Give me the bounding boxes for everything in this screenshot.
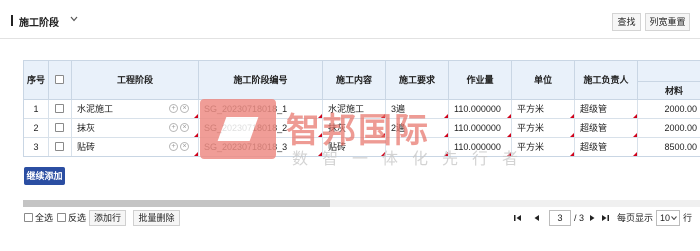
dropdown-arrow-icon [671,216,677,220]
horizontal-scrollbar[interactable] [23,200,700,207]
row-1-material[interactable]: 2000.00 [638,100,700,119]
row-1-code[interactable]: SG_20230718018_1 [199,100,323,119]
reset-column-width-button[interactable]: 列宽重置 [645,13,690,31]
batch-delete-button[interactable]: 批量删除 [133,210,180,226]
row-3-stage[interactable]: 贴砖 + × [72,138,199,156]
add-circle-icon[interactable]: + [169,104,178,113]
row-1-unit[interactable]: 平方米 [512,100,575,119]
row-1-checkbox[interactable] [55,104,64,113]
column-header-material: 材料 [638,81,700,100]
search-button[interactable]: 查找 [612,13,641,31]
row-1-select [49,100,72,119]
invert-selection-checkbox[interactable] [57,213,66,222]
row-3-material[interactable]: 8500.00 [638,138,700,156]
row-1-requirement[interactable]: 3遍 [386,100,449,119]
row-2-code[interactable]: SG_20230718018_2 [199,119,323,138]
row-3-stage-text: 贴砖 [77,142,96,152]
row-2-quantity[interactable]: 110.000000 [449,119,512,138]
page-total: / 3 [574,213,585,223]
column-header-seq: 序号 [24,61,49,100]
add-circle-icon[interactable]: + [169,123,178,132]
row-3-content[interactable]: 贴砖 [323,138,386,156]
section-title: 施工阶段 [19,18,59,29]
row-3-quantity[interactable]: 110.000000 [449,138,512,156]
row-3-code[interactable]: SG_20230718018_3 [199,138,323,156]
row-3-seq: 3 [24,138,49,156]
add-row-button[interactable]: 添加行 [89,210,126,226]
page-size-select[interactable]: 10 [656,210,680,226]
row-3-requirement[interactable] [386,138,449,156]
row-2-unit[interactable]: 平方米 [512,119,575,138]
row-1-stage[interactable]: 水泥施工 + × [72,100,199,119]
header-divider [0,38,700,39]
chevron-down-icon[interactable] [70,16,78,22]
select-all-checkbox[interactable] [55,75,64,84]
page-size-value: 10 [660,213,671,223]
column-header-requirement: 施工要求 [386,61,449,100]
column-header-quantity: 作业量 [449,61,512,100]
row-2-requirement[interactable]: 2遍 [386,119,449,138]
row-1-content[interactable]: 水泥施工 [323,100,386,119]
column-header-owner: 施工负责人 [575,61,638,100]
select-all-footer-checkbox[interactable] [24,213,33,222]
page-size-label: 每页显示 [617,213,654,223]
row-3-select [49,138,72,156]
select-all-label: 全选 [35,213,54,223]
column-header-code: 施工阶段编号 [199,61,323,100]
row-1-owner[interactable]: 超级管 [575,100,638,119]
row-1-seq: 1 [24,100,49,119]
remove-circle-icon[interactable]: × [180,104,189,113]
page-size-unit: 行 [683,213,693,223]
prev-page-icon[interactable] [532,213,542,223]
row-2-checkbox[interactable] [55,123,64,132]
add-circle-icon[interactable]: + [169,142,178,151]
continue-add-button[interactable]: 继续添加 [24,167,65,185]
column-header-stage: 工程阶段 [72,61,199,100]
row-3-owner[interactable]: 超级管 [575,138,638,156]
page-number-input[interactable]: 3 [549,210,571,226]
row-2-stage-text: 抹灰 [77,123,96,133]
title-accent-bar [11,15,13,26]
row-1-quantity[interactable]: 110.000000 [449,100,512,119]
column-header-select [49,61,72,100]
column-header-group: 材料 [638,61,700,100]
next-page-icon[interactable] [587,213,597,223]
remove-circle-icon[interactable]: × [180,142,189,151]
last-page-icon[interactable] [600,213,610,223]
row-2-select [49,119,72,138]
row-2-seq: 2 [24,119,49,138]
column-header-unit: 单位 [512,61,575,100]
row-2-material[interactable]: 2000.00 [638,119,700,138]
remove-circle-icon[interactable]: × [180,123,189,132]
row-2-content[interactable]: 抹灰 [323,119,386,138]
row-2-owner[interactable]: 超级管 [575,119,638,138]
row-3-checkbox[interactable] [55,142,64,151]
row-2-stage[interactable]: 抹灰 + × [72,119,199,138]
first-page-icon[interactable] [513,213,523,223]
scrollbar-thumb[interactable] [23,200,330,207]
invert-selection-label: 反选 [68,213,87,223]
section-header: 施工阶段 查找 列宽重置 [0,0,700,40]
column-header-content: 施工内容 [323,61,386,100]
row-1-stage-text: 水泥施工 [77,104,114,114]
row-3-unit[interactable]: 平方米 [512,138,575,156]
stage-table: 序号 工程阶段 施工阶段编号 施工内容 施工要求 作业量 单位 施工负责人 材料… [23,60,700,157]
